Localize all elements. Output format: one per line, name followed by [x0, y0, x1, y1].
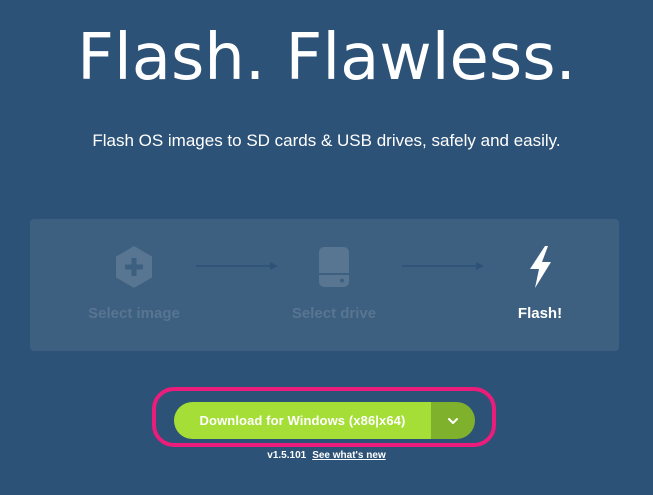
step-arrow-icon — [196, 262, 278, 270]
steps-panel: Select image Select drive Flash! — [30, 219, 619, 351]
lightning-bolt-icon — [518, 243, 562, 291]
step-select-image-label: Select image — [88, 305, 180, 322]
drive-icon — [312, 243, 356, 291]
step-arrow-icon — [402, 262, 484, 270]
step-flash-label: Flash! — [517, 305, 563, 322]
chevron-down-icon — [447, 412, 459, 430]
hexagon-plus-icon — [112, 243, 156, 291]
version-row: v1.5.101 See what's new — [0, 449, 653, 463]
download-windows-button[interactable]: Download for Windows (x86|x64) — [174, 402, 431, 439]
step-select-drive-label: Select drive — [291, 305, 377, 322]
download-options-dropdown[interactable] — [431, 402, 475, 439]
version-number: v1.5.101 — [267, 450, 307, 461]
whats-new-link[interactable]: See what's new — [312, 450, 386, 461]
hero-subtitle: Flash OS images to SD cards & USB drives… — [92, 131, 561, 150]
download-button-group: Download for Windows (x86|x64) — [174, 402, 475, 439]
hero-title: Flash. Flawless. — [77, 21, 576, 95]
